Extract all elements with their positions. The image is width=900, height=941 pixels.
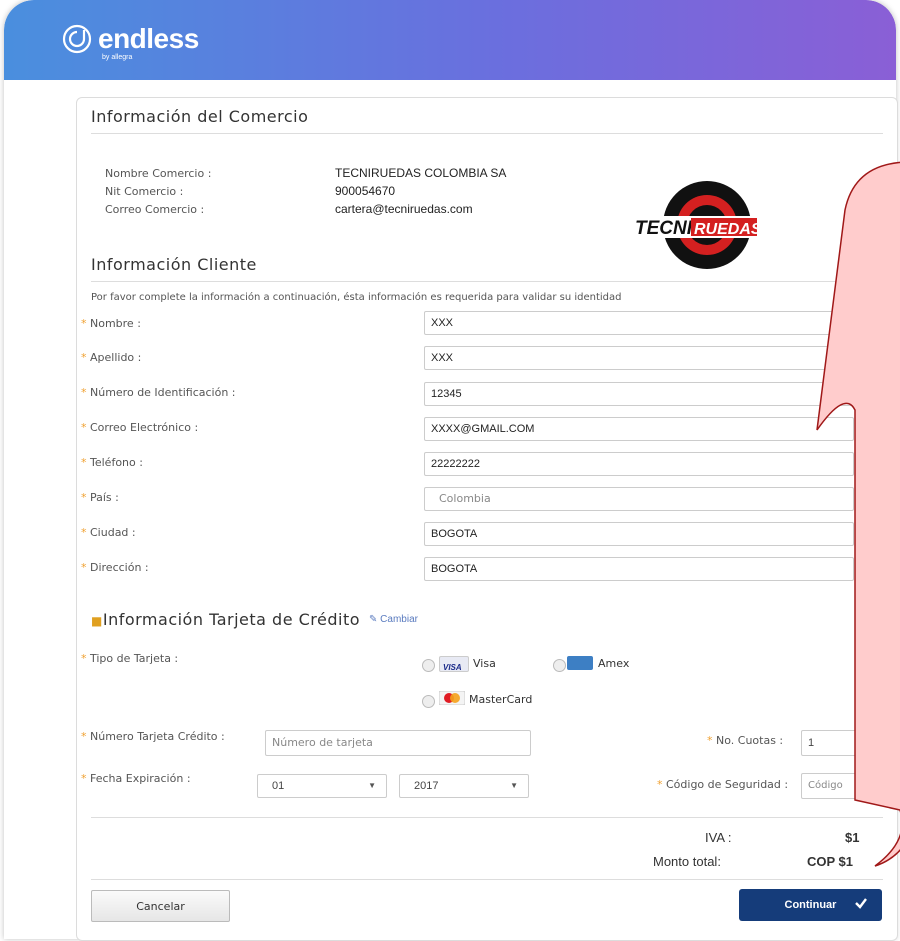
- merchant-section-title: Información del Comercio: [91, 107, 309, 126]
- field-label: * No. Cuotas :: [707, 734, 784, 747]
- divider: [91, 879, 883, 880]
- country-select[interactable]: Colombia: [424, 487, 854, 511]
- divider: [91, 817, 883, 818]
- divider: [91, 133, 883, 134]
- field-label: * Fecha Expiración :: [81, 772, 191, 785]
- last-name-input[interactable]: XXX: [424, 346, 854, 370]
- field-label: * Ciudad :: [81, 526, 136, 539]
- change-card-link[interactable]: ✎ Cambiar: [369, 614, 418, 625]
- merchant-logo: TECNI RUEDAS: [633, 181, 763, 269]
- brand-name: endless: [98, 23, 199, 54]
- field-label: * Código de Seguridad :: [657, 778, 789, 791]
- check-icon: [855, 898, 867, 909]
- expiry-year-select[interactable]: 2017 ▼: [399, 774, 529, 798]
- chevron-down-icon: ▼: [368, 781, 376, 790]
- field-label: * Número Tarjeta Crédito :: [81, 730, 225, 743]
- email-input[interactable]: XXXX@GMAIL.COM: [424, 417, 854, 441]
- brand-logo[interactable]: endless by allegra: [62, 23, 199, 61]
- merchant-nit-value: 900054670: [335, 184, 396, 198]
- merchant-email-label: Correo Comercio :: [105, 203, 205, 216]
- header-bar: endless by allegra: [4, 0, 896, 80]
- expiry-month-select[interactable]: 01 ▼: [257, 774, 387, 798]
- cancel-button[interactable]: Cancelar: [91, 890, 230, 922]
- client-section-title: Información Cliente: [91, 255, 257, 274]
- tooltip-callout: [816, 161, 900, 867]
- merchant-name-value: TECNIRUEDAS COLOMBIA SA: [335, 166, 507, 180]
- amex-radio[interactable]: [553, 659, 566, 672]
- field-label: * Tipo de Tarjeta :: [81, 652, 179, 665]
- field-label: * País :: [81, 491, 119, 504]
- visa-label: Visa: [473, 657, 496, 670]
- id-number-input[interactable]: 12345: [424, 382, 854, 406]
- merchant-name-label: Nombre Comercio :: [105, 167, 212, 180]
- iva-label: IVA :: [705, 830, 732, 845]
- brand-sub: by allegra: [102, 54, 133, 61]
- total-label: Monto total:: [653, 854, 721, 869]
- amex-logo-icon: [567, 656, 593, 670]
- chevron-down-icon: ▼: [510, 781, 518, 790]
- field-label: * Apellido :: [81, 351, 142, 364]
- merchant-logo-text-1: TECNI: [635, 218, 693, 239]
- phone-input[interactable]: 22222222: [424, 452, 854, 476]
- field-label: * Nombre :: [81, 317, 141, 330]
- divider: [91, 281, 883, 282]
- card-number-input[interactable]: Número de tarjeta: [265, 730, 531, 756]
- city-input[interactable]: BOGOTA: [424, 522, 854, 546]
- checkout-card: Información del Comercio Nombre Comercio…: [76, 97, 898, 941]
- continue-label: Continuar: [784, 899, 837, 911]
- card-section-title: ■Información Tarjeta de Crédito: [91, 610, 361, 629]
- field-label: * Número de Identificación :: [81, 386, 236, 399]
- client-instructions: Por favor complete la información a cont…: [91, 292, 622, 303]
- mastercard-label: MasterCard: [469, 693, 533, 706]
- continue-button[interactable]: Continuar: [739, 889, 882, 921]
- edit-icon: ✎: [369, 614, 378, 625]
- merchant-email-value: cartera@tecniruedas.com: [335, 202, 473, 216]
- field-label: * Teléfono :: [81, 456, 143, 469]
- first-name-input[interactable]: XXX: [424, 311, 854, 335]
- endless-logo-icon: [62, 24, 92, 54]
- lock-icon: ■: [91, 614, 103, 628]
- amex-label: Amex: [598, 657, 630, 670]
- field-label: * Correo Electrónico :: [81, 421, 199, 434]
- merchant-logo-text-2: RUEDAS: [694, 221, 762, 238]
- visa-radio[interactable]: [422, 659, 435, 672]
- mastercard-radio[interactable]: [422, 695, 435, 708]
- address-input[interactable]: BOGOTA: [424, 557, 854, 581]
- visa-logo-icon: VISA: [439, 656, 469, 672]
- field-label: * Dirección :: [81, 561, 149, 574]
- mastercard-logo-icon: [439, 691, 465, 705]
- merchant-nit-label: Nit Comercio :: [105, 185, 184, 198]
